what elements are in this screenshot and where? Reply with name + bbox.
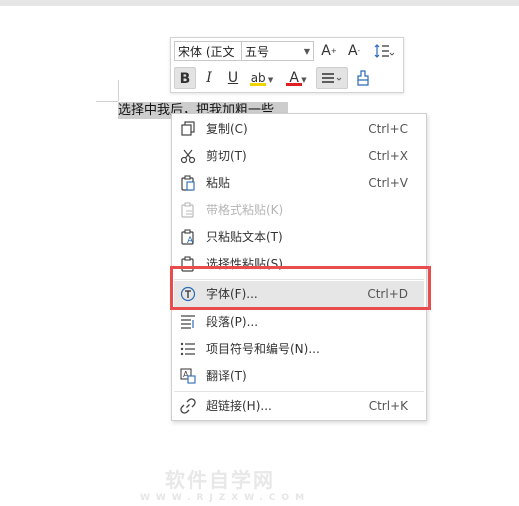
format-painter-button[interactable] bbox=[352, 67, 374, 89]
mini-format-toolbar: 宋体 (正文 五号 ▼ A+ A- B I U ab ▼ A ▼ bbox=[170, 37, 404, 93]
margin-corner-mark-vertical bbox=[118, 80, 119, 101]
menu-item-shortcut: Ctrl+K bbox=[368, 399, 408, 413]
menu-item-cut[interactable]: 剪切(T) Ctrl+X bbox=[174, 143, 424, 170]
watermark-main: 软件自学网 bbox=[165, 468, 275, 492]
menu-item-label: 项目符号和编号(N)... bbox=[206, 342, 320, 356]
menu-item-font[interactable]: 字体(F)... Ctrl+D bbox=[174, 281, 424, 308]
menu-item-shortcut: Ctrl+X bbox=[368, 149, 408, 163]
menu-item-label: 超链接(H)... bbox=[206, 399, 272, 413]
menu-item-shortcut: Ctrl+C bbox=[368, 122, 408, 136]
menu-item-label: 剪切(T) bbox=[206, 149, 247, 163]
menu-item-label: 段落(P)... bbox=[206, 315, 259, 329]
paste-text-icon: A bbox=[181, 229, 194, 245]
font-color-bar bbox=[286, 83, 302, 86]
paragraph-icon bbox=[181, 315, 195, 329]
menu-item-label: 翻译(T) bbox=[206, 369, 247, 383]
highlight-button[interactable]: ab ▼ bbox=[247, 67, 277, 89]
copy-icon bbox=[181, 121, 195, 136]
chevron-down-icon: ▼ bbox=[265, 76, 274, 84]
menu-item-label: 带格式粘贴(K) bbox=[206, 203, 284, 217]
margin-corner-mark bbox=[96, 101, 118, 102]
format-painter-icon bbox=[357, 70, 369, 86]
font-name-combo[interactable]: 宋体 (正文 bbox=[174, 41, 242, 61]
align-icon bbox=[322, 73, 342, 83]
watermark: 软件自学网 WWW.RJZXW.COM bbox=[140, 464, 311, 503]
menu-item-hyperlink[interactable]: 超链接(H)... Ctrl+K bbox=[174, 393, 424, 420]
grow-font-button[interactable]: A+ bbox=[318, 40, 340, 62]
font-name-value: 宋体 (正文 bbox=[178, 45, 235, 59]
watermark-sub: WWW.RJZXW.COM bbox=[140, 493, 311, 503]
menu-item-paragraph[interactable]: 段落(P)... bbox=[174, 309, 424, 336]
menu-item-label: 只粘贴文本(T) bbox=[206, 230, 283, 244]
context-menu: 复制(C) Ctrl+C 剪切(T) Ctrl+X 粘贴 Ctrl+V 带格式粘… bbox=[171, 113, 427, 421]
italic-button[interactable]: I bbox=[198, 67, 220, 89]
align-button[interactable] bbox=[316, 67, 348, 89]
font-color-button[interactable]: A ▼ bbox=[283, 67, 313, 89]
menu-item-paste-formatted: 带格式粘贴(K) bbox=[174, 197, 424, 224]
menu-item-copy[interactable]: 复制(C) Ctrl+C bbox=[174, 116, 424, 143]
menu-separator bbox=[174, 279, 424, 280]
menu-item-label: 字体(F)... bbox=[206, 287, 258, 301]
highlight-color-bar bbox=[250, 83, 266, 86]
line-spacing-button[interactable] bbox=[369, 40, 399, 62]
font-size-combo[interactable]: 五号 ▼ bbox=[241, 41, 314, 61]
font-size-value: 五号 bbox=[245, 45, 270, 59]
paste-special-icon bbox=[181, 256, 194, 272]
underline-button[interactable]: U bbox=[222, 67, 244, 89]
translate-icon: A bbox=[180, 368, 196, 384]
paste-formatted-icon bbox=[181, 202, 194, 218]
shrink-font-icon: A bbox=[347, 43, 358, 59]
line-spacing-icon bbox=[374, 44, 395, 58]
font-icon bbox=[180, 286, 196, 302]
cut-icon bbox=[180, 149, 196, 164]
menu-item-label: 选择性粘贴(S)... bbox=[206, 257, 295, 271]
grow-font-icon: A bbox=[321, 43, 331, 59]
link-icon bbox=[180, 398, 196, 414]
menu-item-paste-text-only[interactable]: A 只粘贴文本(T) bbox=[174, 224, 424, 251]
svg-text:A: A bbox=[187, 236, 194, 245]
menu-item-translate[interactable]: A 翻译(T) bbox=[174, 363, 424, 390]
menu-item-shortcut: Ctrl+D bbox=[367, 287, 408, 301]
bullets-icon bbox=[180, 342, 195, 356]
menu-item-paste[interactable]: 粘贴 Ctrl+V bbox=[174, 170, 424, 197]
underline-icon: U bbox=[227, 70, 239, 86]
bold-button[interactable]: B bbox=[174, 67, 196, 89]
shrink-font-button[interactable]: A- bbox=[343, 40, 365, 62]
top-strip bbox=[0, 0, 519, 6]
menu-item-label: 粘贴 bbox=[206, 176, 231, 190]
paste-icon bbox=[181, 175, 195, 191]
bold-icon: B bbox=[179, 71, 191, 87]
menu-item-paste-special[interactable]: 选择性粘贴(S)... bbox=[174, 251, 424, 278]
menu-item-bullets-numbering[interactable]: 项目符号和编号(N)... bbox=[174, 336, 424, 363]
menu-item-label: 复制(C) bbox=[206, 122, 248, 136]
menu-item-shortcut: Ctrl+V bbox=[368, 176, 408, 190]
menu-separator bbox=[174, 391, 424, 392]
italic-icon: I bbox=[206, 70, 212, 86]
chevron-down-icon: ▼ bbox=[303, 47, 310, 56]
